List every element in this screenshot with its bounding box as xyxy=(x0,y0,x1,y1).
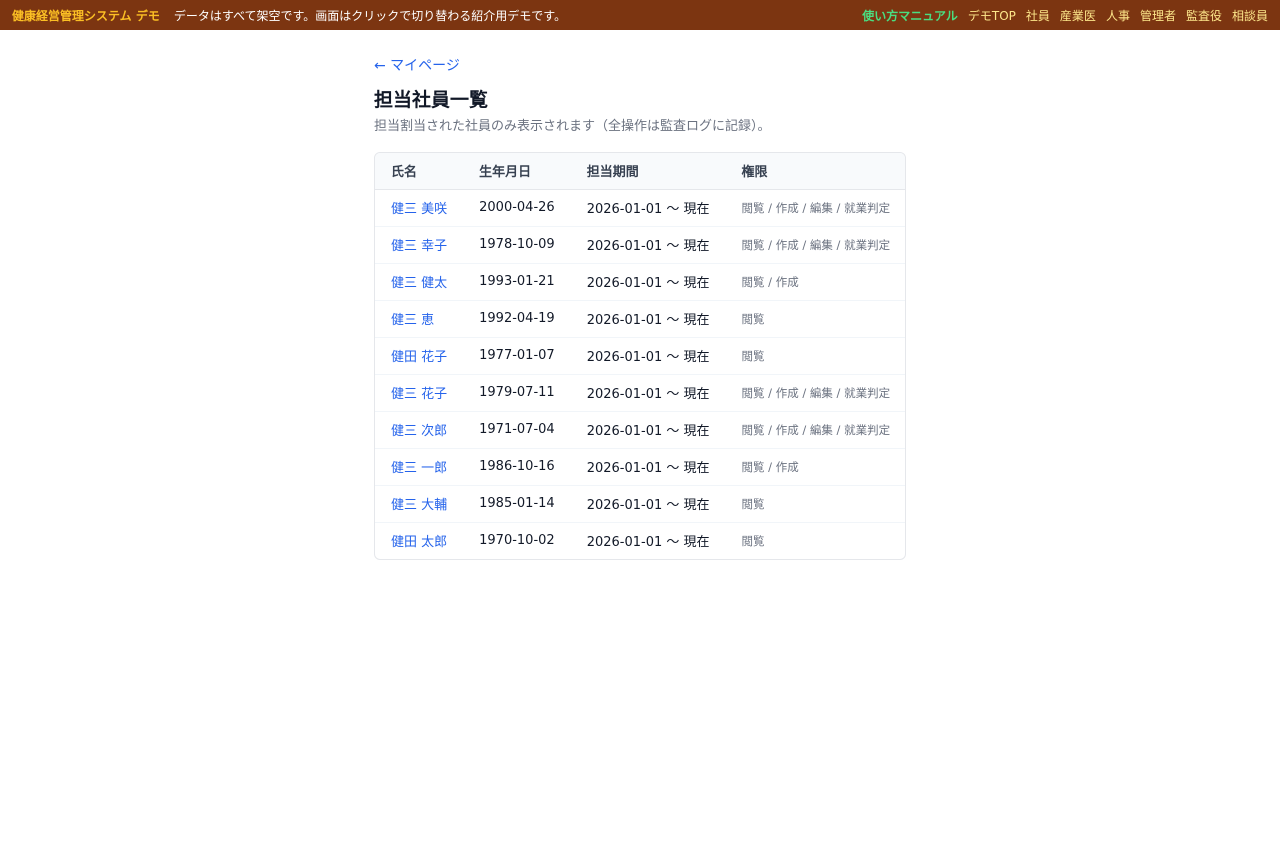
permissions-cell: 閲覧 / 作成 / 編集 / 就業判定 xyxy=(725,189,905,227)
back-to-mypage-link[interactable]: ← マイページ xyxy=(374,56,906,76)
top-bar: 健康経営管理システム デモ データはすべて架空です。画面はクリックで切り替わる紹… xyxy=(0,0,1280,30)
permissions-cell: 閲覧 xyxy=(725,300,905,338)
period-cell: 2026-01-01 〜 現在 xyxy=(570,226,726,264)
table-header-row: 氏名 生年月日 担当期間 権限 xyxy=(375,153,905,190)
table-row: 健三 幸子 1978-10-09 2026-01-01 〜 現在 閲覧 / 作成… xyxy=(375,226,905,264)
column-header-name: 氏名 xyxy=(375,153,464,190)
employee-name-link[interactable]: 健三 健太 xyxy=(391,276,447,291)
nav-link-manual[interactable]: 使い方マニュアル xyxy=(862,7,958,24)
employee-table-card: 氏名 生年月日 担当期間 権限 健三 美咲 2000-04-26 2026-01… xyxy=(374,152,906,560)
nav-link-auditor[interactable]: 監査役 xyxy=(1186,7,1222,24)
employee-name-cell: 健三 大輔 xyxy=(375,485,464,523)
employee-name-cell: 健三 一郎 xyxy=(375,448,464,486)
column-header-period: 担当期間 xyxy=(570,153,726,190)
table-body: 健三 美咲 2000-04-26 2026-01-01 〜 現在 閲覧 / 作成… xyxy=(375,189,905,559)
period-cell: 2026-01-01 〜 現在 xyxy=(570,337,726,375)
period-cell: 2026-01-01 〜 現在 xyxy=(570,263,726,301)
permissions-cell: 閲覧 / 作成 / 編集 / 就業判定 xyxy=(725,374,905,412)
top-bar-left: 健康経営管理システム デモ データはすべて架空です。画面はクリックで切り替わる紹… xyxy=(12,7,566,24)
brand-name: 健康経営管理システム デモ xyxy=(12,8,160,23)
permissions-cell: 閲覧 xyxy=(741,533,765,548)
employee-table: 氏名 生年月日 担当期間 権限 健三 美咲 2000-04-26 2026-01… xyxy=(375,153,905,559)
page-subtitle: 担当割当された社員のみ表示されます（全操作は監査ログに記録）。 xyxy=(374,119,771,134)
employee-name-cell: 健田 太郎 xyxy=(375,522,463,559)
birthdate-cell: 1978-10-09 xyxy=(463,226,571,264)
birthdate-cell: 2000-04-26 xyxy=(463,189,571,227)
employee-name-cell: 健三 美咲 xyxy=(375,189,464,227)
table-row: 健三 恵 1992-04-19 2026-01-01 〜 現在 閲覧 xyxy=(375,300,905,338)
table-row: 健三 大輔 1985-01-14 2026-01-01 〜 現在 閲覧 xyxy=(375,485,905,523)
employee-name-link[interactable]: 健三 次郎 xyxy=(391,424,447,439)
nav-link-hr[interactable]: 人事 xyxy=(1106,7,1130,24)
employee-name-link[interactable]: 健三 幸子 xyxy=(391,239,447,254)
birthdate-cell: 1977-01-07 xyxy=(463,337,571,375)
demo-notice: データはすべて架空です。画面はクリックで切り替わる紹介用デモです。 xyxy=(173,8,567,23)
birthdate-cell: 1992-04-19 xyxy=(463,300,571,338)
employee-name-cell: 健三 恵 xyxy=(375,300,464,338)
permissions-cell: 閲覧 xyxy=(725,485,905,523)
page-title: 担当社員一覧 xyxy=(374,89,489,111)
period-cell: 2026-01-01 〜 現在 xyxy=(570,189,726,227)
birthdate-cell: 1979-07-11 xyxy=(463,374,571,412)
table-row: 健三 花子 1979-07-11 2026-01-01 〜 現在 閲覧 / 作成… xyxy=(375,374,905,412)
main-content: ← マイページ 担当社員一覧 担当割当された社員のみ表示されます（全操作は監査ロ… xyxy=(374,56,906,560)
employee-name-link[interactable]: 健田 太郎 xyxy=(391,535,447,550)
permissions-cell: 閲覧 / 作成 / 編集 / 就業判定 xyxy=(725,411,905,449)
employee-name-cell: 健田 花子 xyxy=(375,337,464,375)
period-cell: 2026-01-01 〜 現在 xyxy=(586,535,710,551)
employee-name-cell: 健三 健太 xyxy=(375,263,464,301)
birthdate-cell: 1970-10-02 xyxy=(479,533,555,549)
period-cell: 2026-01-01 〜 現在 xyxy=(570,374,726,412)
employee-name-link[interactable]: 健三 大輔 xyxy=(391,498,447,513)
table-row: 健三 次郎 1971-07-04 2026-01-01 〜 現在 閲覧 / 作成… xyxy=(375,411,905,449)
employee-name-link[interactable]: 健三 一郎 xyxy=(391,461,447,476)
nav-link-occupational-physician[interactable]: 産業医 xyxy=(1060,7,1096,24)
permissions-cell: 閲覧 / 作成 xyxy=(725,448,905,486)
period-cell: 2026-01-01 〜 現在 xyxy=(570,300,726,338)
employee-name-link[interactable]: 健三 恵 xyxy=(391,313,434,328)
birthdate-cell: 1971-07-04 xyxy=(463,411,571,449)
table-header: 氏名 生年月日 担当期間 権限 xyxy=(375,153,905,190)
table-row: 健田 花子 1977-01-07 2026-01-01 〜 現在 閲覧 xyxy=(375,337,905,375)
top-nav: 使い方マニュアル デモTOP 社員 産業医 人事 管理者 監査役 相談員 xyxy=(862,7,1268,24)
permissions-cell: 閲覧 / 作成 xyxy=(725,263,905,301)
nav-link-demo-top[interactable]: デモTOP xyxy=(968,7,1016,24)
period-cell: 2026-01-01 〜 現在 xyxy=(570,485,726,523)
column-header-birthdate: 生年月日 xyxy=(463,153,571,190)
nav-link-counselor[interactable]: 相談員 xyxy=(1232,7,1268,24)
period-cell: 2026-01-01 〜 現在 xyxy=(570,411,726,449)
birthdate-cell: 1986-10-16 xyxy=(463,448,571,486)
employee-name-cell: 健三 花子 xyxy=(375,374,464,412)
table-row: 健田 太郎 1970-10-02 2026-01-01 〜 現在 閲覧 xyxy=(375,522,905,559)
employee-name-link[interactable]: 健三 美咲 xyxy=(391,202,447,217)
table-row: 健三 美咲 2000-04-26 2026-01-01 〜 現在 閲覧 / 作成… xyxy=(375,189,905,227)
employee-name-link[interactable]: 健三 花子 xyxy=(391,387,447,402)
employee-name-link[interactable]: 健田 花子 xyxy=(391,350,447,365)
column-header-permissions: 権限 xyxy=(725,153,905,190)
employee-name-cell: 健三 幸子 xyxy=(375,226,464,264)
birthdate-cell: 1993-01-21 xyxy=(463,263,571,301)
table-row: 健三 健太 1993-01-21 2026-01-01 〜 現在 閲覧 / 作成 xyxy=(375,263,905,301)
permissions-cell: 閲覧 / 作成 / 編集 / 就業判定 xyxy=(725,226,905,264)
period-cell: 2026-01-01 〜 現在 xyxy=(570,448,726,486)
employee-name-cell: 健三 次郎 xyxy=(375,411,464,449)
permissions-cell: 閲覧 xyxy=(725,337,905,375)
birthdate-cell: 1985-01-14 xyxy=(463,485,571,523)
table-row: 健三 一郎 1986-10-16 2026-01-01 〜 現在 閲覧 / 作成 xyxy=(375,448,905,486)
nav-link-admin[interactable]: 管理者 xyxy=(1140,7,1176,24)
nav-link-employee[interactable]: 社員 xyxy=(1026,7,1050,24)
